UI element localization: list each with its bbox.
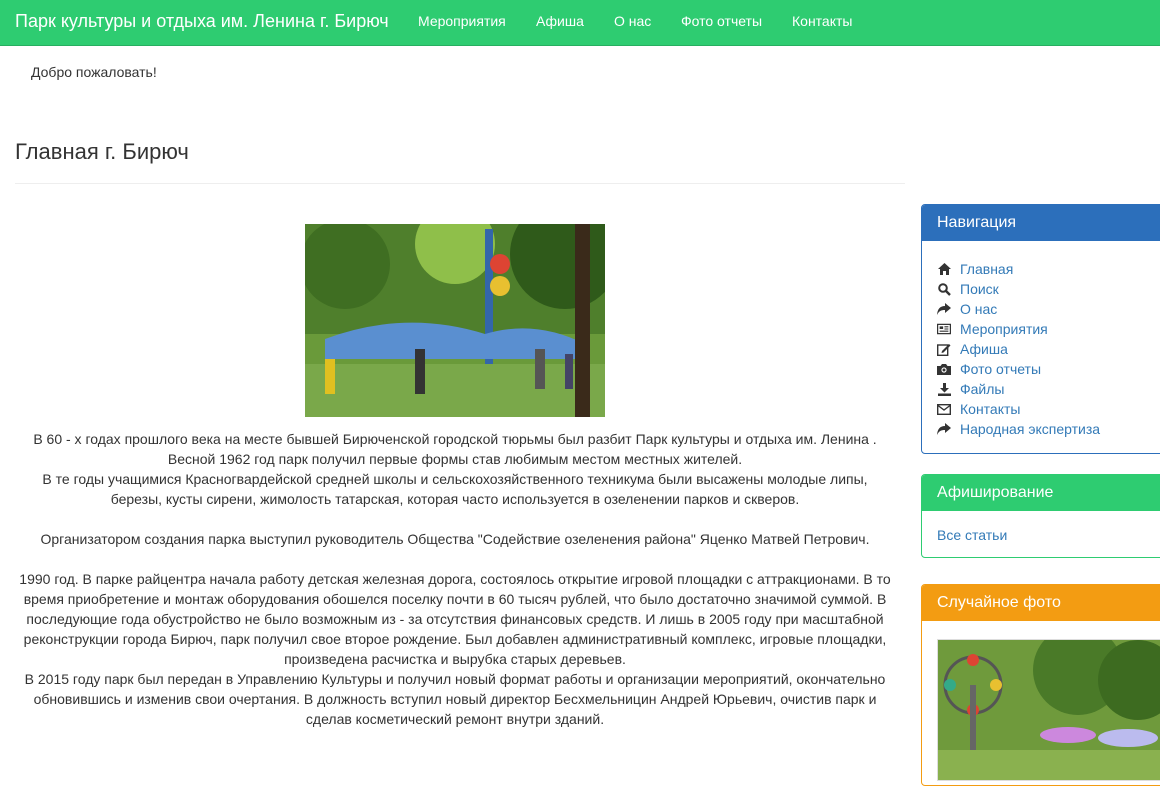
brand-link[interactable]: Парк культуры и отдыха им. Ленина г. Бир… (15, 11, 389, 32)
text-line: реконструкции города Бирюч, парк получил… (23, 631, 887, 647)
home-icon (937, 262, 951, 276)
sidebar-item-label: Поиск (960, 281, 999, 297)
random-photo-image[interactable] (937, 639, 1160, 781)
text-line: произведена расчистка и вырубка старых д… (284, 651, 626, 667)
text-line: березы, кусты сирени, жимолость татарска… (110, 491, 800, 507)
sidebar-item-label: Контакты (960, 401, 1021, 417)
text-line: сделав косметический ремонт внутри здани… (305, 711, 605, 727)
afisha-panel: Афиширование Все статьи (921, 474, 1160, 558)
sidebar-item-label: Народная экспертиза (960, 421, 1101, 437)
navigation-panel-title: Навигация (922, 205, 1160, 241)
sidebar-item-afisha[interactable]: Афиша (937, 339, 1160, 359)
sidebar-item-contacts[interactable]: Контакты (937, 399, 1160, 419)
text-line: Весной 1962 год парк получил первые форм… (167, 451, 743, 467)
sidebar-item-search[interactable]: Поиск (937, 279, 1160, 299)
text-line: обновившись и изменив свои очертания. В … (33, 691, 877, 707)
text-line: В 60 - х годах прошлого века на месте бы… (33, 431, 877, 447)
park-photo (305, 224, 605, 417)
nav-link-events[interactable]: Мероприятия (418, 13, 506, 29)
text-line: В те годы учащимися Красногвардейской ср… (42, 471, 868, 487)
afisha-panel-title: Афиширование (922, 475, 1160, 511)
random-photo-panel-title: Случайное фото (922, 585, 1160, 621)
sidebar-item-label: Фото отчеты (960, 361, 1042, 377)
paragraph-modern: 1990 год. В парке райцентра начала работ… (15, 569, 895, 729)
text-line: 1990 год. В парке райцентра начала работ… (19, 571, 891, 587)
sidebar-item-label: Файлы (960, 381, 1005, 397)
text-line: время приобретение и монтаж оборудования… (23, 591, 887, 607)
nav-link-contacts[interactable]: Контакты (792, 13, 852, 29)
text-line: В 2015 году парк был передан в Управлени… (24, 671, 886, 687)
nav-link-photo-reports[interactable]: Фото отчеты (681, 13, 762, 29)
sidebar-item-files[interactable]: Файлы (937, 379, 1160, 399)
nav-link-about[interactable]: О нас (614, 13, 651, 29)
envelope-icon (937, 402, 951, 416)
sidebar-item-about[interactable]: О нас (937, 299, 1160, 319)
sidebar-item-label: О нас (960, 301, 998, 317)
camera-icon (937, 362, 951, 376)
sidebar-item-label: Афиша (960, 341, 1008, 357)
sidebar-item-public-expertise[interactable]: Народная экспертиза (937, 419, 1160, 439)
page-title: Главная г. Бирюч (15, 139, 189, 164)
article-body: В 60 - х годах прошлого века на месте бы… (15, 224, 895, 729)
text-line: последующие года обустройство не было во… (26, 611, 884, 627)
sidebar-item-label: Главная (960, 261, 1014, 277)
paragraph-organizer: Организатором создания парка выступил ру… (15, 529, 895, 549)
sidebar-item-home[interactable]: Главная (937, 259, 1160, 279)
random-photo-panel: Случайное фото (921, 584, 1160, 786)
top-navbar: Парк культуры и отдыха им. Ленина г. Бир… (0, 0, 1160, 46)
sidebar-item-photo-reports[interactable]: Фото отчеты (937, 359, 1160, 379)
welcome-text: Добро пожаловать! (31, 64, 157, 80)
sidebar-item-events[interactable]: Мероприятия (937, 319, 1160, 339)
edit-icon (937, 342, 951, 356)
nav-link-afisha[interactable]: Афиша (536, 13, 584, 29)
share-arrow-icon (937, 302, 951, 316)
all-articles-link[interactable]: Все статьи (937, 527, 1007, 543)
divider (15, 183, 905, 184)
sidebar-item-label: Мероприятия (960, 321, 1048, 337)
search-icon (937, 282, 951, 296)
navigation-panel: Навигация Главная Поиск О нас Мероприяти… (921, 204, 1160, 454)
download-icon (937, 382, 951, 396)
share-arrow-icon (937, 422, 951, 436)
paragraph-history: В 60 - х годах прошлого века на месте бы… (15, 429, 895, 509)
text-line: Организатором создания парка выступил ру… (40, 531, 870, 547)
newspaper-icon (937, 322, 951, 336)
